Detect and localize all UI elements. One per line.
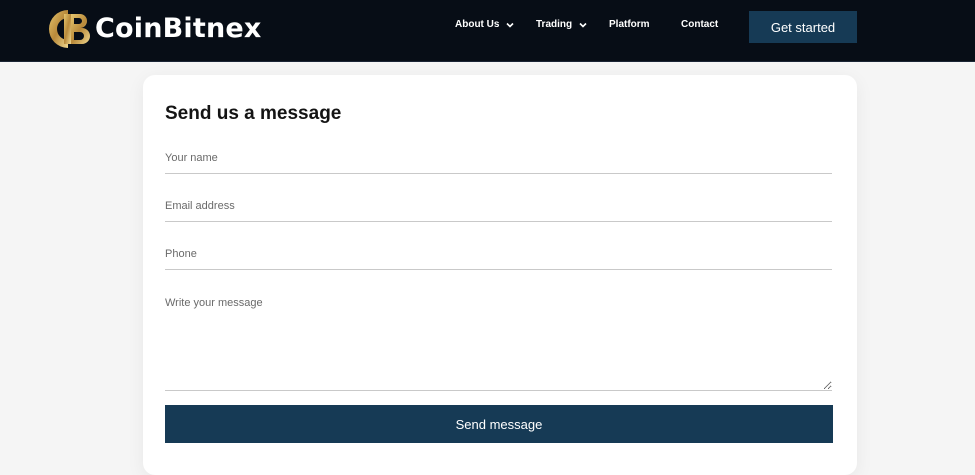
nav-item-about-us[interactable]: About Us <box>455 19 515 30</box>
nav-item-trading[interactable]: Trading <box>536 19 587 30</box>
chevron-down-icon <box>579 22 587 28</box>
nav-item-platform[interactable]: Platform <box>609 19 650 30</box>
nav-item-label: Trading <box>536 19 573 30</box>
nav-item-contact[interactable]: Contact <box>681 19 718 30</box>
message-field[interactable] <box>165 293 832 391</box>
nav-item-label: Contact <box>681 19 719 30</box>
phone-field[interactable] <box>165 239 832 270</box>
nav-item-label: Platform <box>609 19 650 30</box>
nav-item-label: About Us <box>455 19 500 30</box>
get-started-button[interactable]: Get started <box>749 11 857 43</box>
cb-logo-icon <box>49 10 90 48</box>
brand-logo[interactable]: CoinBitnex <box>46 6 262 50</box>
contact-form-card: Send us a message Send message <box>143 75 857 475</box>
name-field[interactable] <box>165 143 832 174</box>
form-title: Send us a message <box>165 103 342 124</box>
brand-name: CoinBitnex <box>95 12 262 44</box>
chevron-down-icon <box>506 22 515 28</box>
top-navbar: CoinBitnex About Us Trading Platform Con… <box>0 0 975 62</box>
email-field[interactable] <box>165 191 832 222</box>
send-message-button[interactable]: Send message <box>165 405 833 443</box>
